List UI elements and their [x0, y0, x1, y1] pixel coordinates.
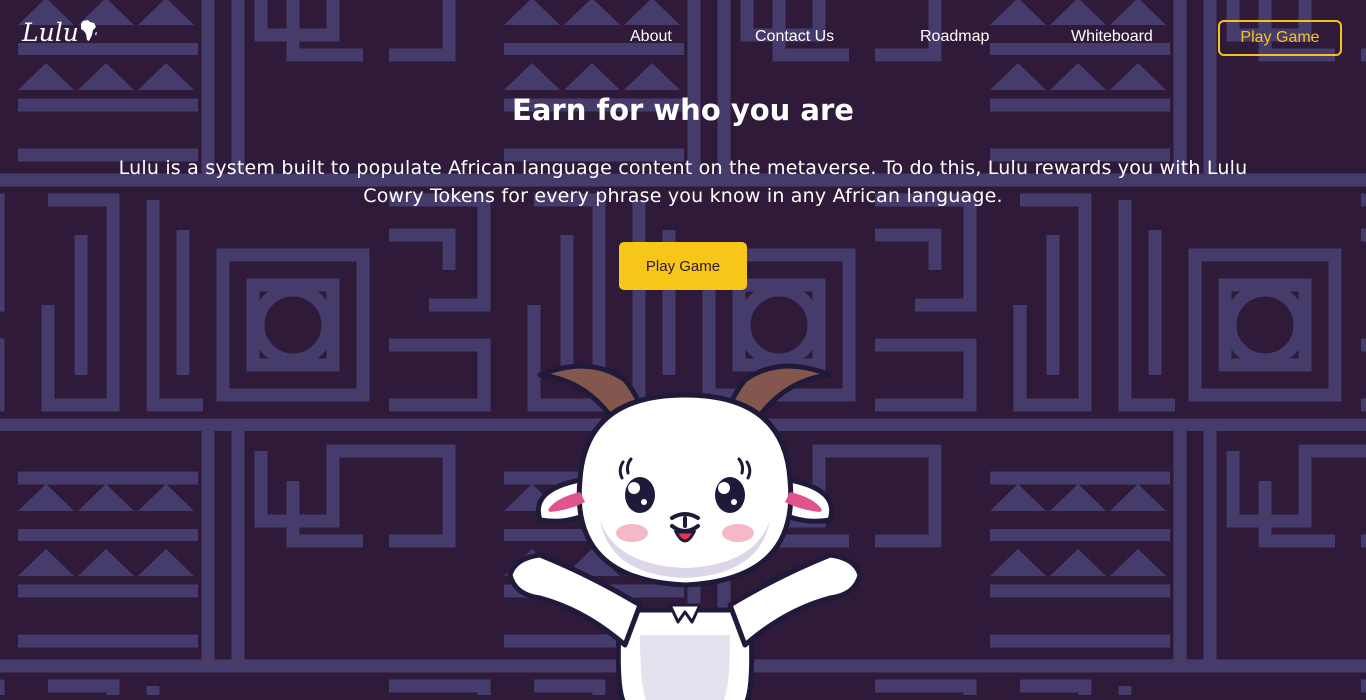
- nav-link-about[interactable]: About: [630, 27, 672, 47]
- hero-description: Lulu is a system built to populate Afric…: [118, 157, 1248, 207]
- nav-link-contact-us[interactable]: Contact Us: [755, 27, 834, 47]
- africa-map-icon: [80, 20, 97, 41]
- hero-section: Earn for who you are Lulu is a system bu…: [0, 88, 1366, 290]
- navbar: Lulu About Contact Us Roadmap Whiteboard…: [0, 0, 1366, 80]
- nav-link-whiteboard[interactable]: Whiteboard: [1071, 27, 1153, 47]
- brand-logo[interactable]: Lulu: [22, 18, 98, 48]
- logo-text: Lulu: [22, 18, 79, 47]
- goat-mascot-illustration: [507, 363, 863, 700]
- nav-play-game-button[interactable]: Play Game: [1218, 20, 1342, 56]
- hero-title: Earn for who you are: [512, 93, 854, 127]
- hero-play-game-button[interactable]: Play Game: [619, 242, 747, 290]
- nav-link-roadmap[interactable]: Roadmap: [920, 27, 989, 47]
